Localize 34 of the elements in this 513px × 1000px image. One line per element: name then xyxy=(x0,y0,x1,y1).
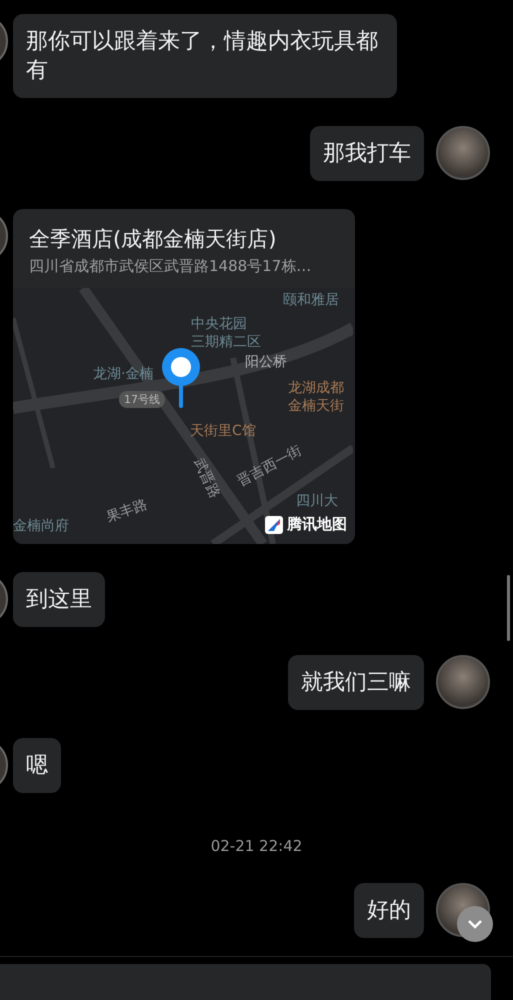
message-input[interactable] xyxy=(0,964,491,1000)
map-label: 天街里C馆 xyxy=(190,423,256,440)
message-bubble: 就我们三嘛 xyxy=(288,655,424,710)
avatar[interactable] xyxy=(436,655,490,709)
message-bubble: 那你可以跟着来了，情趣内衣玩具都有 xyxy=(13,14,397,98)
location-card[interactable]: 全季酒店(成都金楠天街店) 四川省成都市武侯区武晋路1488号17栋… 颐和雅居 中央花园 三期精二区 阳公桥 龙湖·金楠 17号线 龙湖成都 金楠天街 天街里C馆 武晋路 晋吉西一街 四川大 金楠尚府 果丰路 腾讯地图 xyxy=(13,209,355,544)
map-label: 果丰路 xyxy=(104,496,150,527)
map-label: 颐和雅居 xyxy=(283,292,339,309)
timestamp: 02-21 22:42 xyxy=(210,836,304,855)
location-pin-icon xyxy=(160,346,202,408)
message-bubble: 到这里 xyxy=(13,572,105,627)
map-label: 龙湖成都 xyxy=(288,380,344,397)
map-label: 龙湖·金楠 xyxy=(93,366,154,383)
scroll-down-button[interactable] xyxy=(457,906,493,942)
map-provider-logo: 腾讯地图 xyxy=(265,515,347,534)
scrollbar[interactable] xyxy=(507,575,510,641)
map-label: 金楠尚府 xyxy=(13,518,69,535)
location-address: 四川省成都市武侯区武晋路1488号17栋… xyxy=(28,257,312,277)
map-view[interactable]: 颐和雅居 中央花园 三期精二区 阳公桥 龙湖·金楠 17号线 龙湖成都 金楠天街 天街里C馆 武晋路 晋吉西一街 四川大 金楠尚府 果丰路 腾讯地图 xyxy=(13,288,355,544)
message-bubble: 嗯 xyxy=(13,738,61,793)
location-title: 全季酒店(成都金楠天街店) xyxy=(28,226,278,253)
map-logo-icon xyxy=(265,516,283,534)
map-label: 晋吉西一街 xyxy=(235,442,305,490)
map-label: 金楠天街 xyxy=(288,398,344,415)
map-label: 武晋路 xyxy=(189,456,223,502)
chevron-down-icon xyxy=(467,919,483,929)
message-bubble: 那我打车 xyxy=(310,126,424,181)
map-label: 17号线 xyxy=(119,391,165,408)
map-label: 阳公桥 xyxy=(245,354,287,371)
map-label: 四川大 xyxy=(296,493,338,510)
message-bubble: 好的 xyxy=(354,883,424,938)
map-label: 中央花园 xyxy=(191,316,247,333)
avatar[interactable] xyxy=(436,126,490,180)
map-label: 三期精二区 xyxy=(191,334,261,351)
